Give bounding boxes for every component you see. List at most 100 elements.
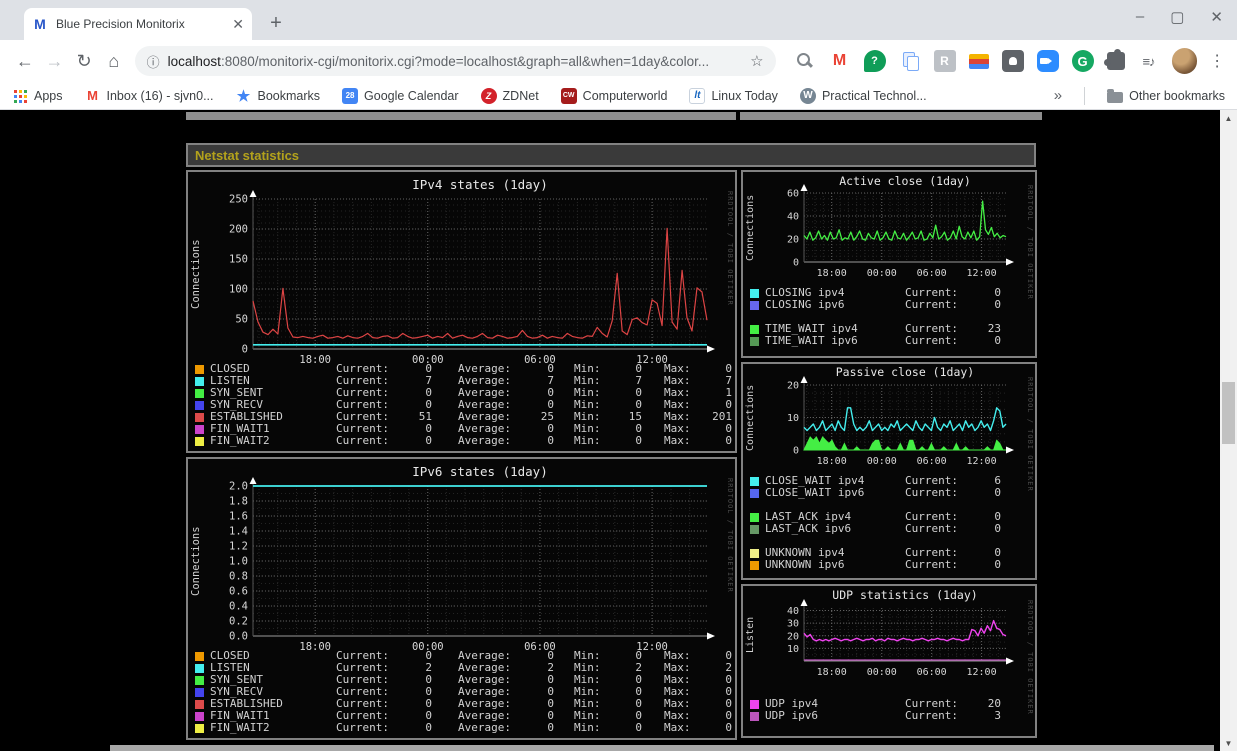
graph-ipv6-states[interactable]: 0.0 0.2 0.4 0.6 0.8 1.0 1.2 1.4 1.6 1.8 2.0 18:00 0 0… — [186, 457, 737, 740]
other-bookmarks[interactable]: Other bookmarks — [1107, 88, 1225, 103]
r-icon[interactable]: R — [933, 50, 956, 72]
svg-text:0.4: 0.4 — [229, 601, 248, 613]
books-icon[interactable] — [968, 53, 989, 69]
bookmark-computerworld[interactable]: CW Computerworld — [560, 87, 668, 104]
minimize-icon[interactable]: – — [1136, 8, 1144, 26]
legend-name: FIN_WAIT1 — [210, 423, 270, 435]
extension-icons: M? R G ≡♪ — [794, 49, 1160, 72]
extensions-puzzle-icon[interactable] — [1103, 49, 1125, 70]
legend-row: UNKNOWN ipv6 Current: 0 — [750, 559, 1032, 571]
bookmark-label: Linux Today — [711, 88, 778, 103]
stat-value: 0 — [635, 434, 642, 447]
graph-active-close[interactable]: 0 20 40 60 18:00 00:00 06:00 12:00 Active close … — [741, 170, 1037, 358]
legend-swatch — [750, 336, 759, 346]
active-close-title: Active close (1day) — [839, 174, 971, 188]
profile-avatar[interactable] — [1171, 48, 1198, 74]
legend-name: ESTABLISHED — [210, 698, 283, 710]
svg-text:20: 20 — [787, 631, 799, 642]
scrollbar-thumb[interactable] — [1222, 382, 1235, 444]
forward-icon[interactable]: → — [40, 46, 70, 76]
stat-value: 0 — [425, 434, 432, 447]
svg-text:06:00: 06:00 — [917, 667, 947, 678]
menu-kebab-icon[interactable]: ⋮ — [1207, 51, 1227, 71]
ipv4-states-title: IPv4 states (1day) — [412, 177, 547, 192]
zoom-icon[interactable] — [1036, 50, 1059, 72]
bookmark-label: Inbox (16) - sjvn0... — [106, 88, 214, 103]
legend-name: LAST_ACK ipv6 — [765, 523, 852, 535]
stat-value: 0 — [994, 558, 1001, 571]
bookmark-google-calendar[interactable]: 28 Google Calendar — [342, 87, 459, 104]
bookmark-zdnet[interactable]: Z ZDNet — [480, 87, 539, 104]
legend-name: FIN_WAIT2 — [210, 722, 270, 734]
legend-swatch — [750, 300, 759, 310]
ipv6-states-title: IPv6 states (1day) — [412, 464, 547, 479]
scroll-down-icon[interactable]: ▼ — [1220, 735, 1237, 751]
legend-swatch — [195, 663, 204, 673]
browser-toolbar: ← → ↻ ⌂ ⓘ localhost:8080/monitorix-cgi/m… — [0, 40, 1237, 82]
svg-text:0: 0 — [242, 344, 248, 356]
search-icon[interactable] — [794, 50, 816, 72]
legend-swatch — [750, 324, 759, 334]
gmail-icon: M — [87, 88, 98, 103]
maximize-icon[interactable]: ▢ — [1170, 8, 1184, 26]
home-icon[interactable]: ⌂ — [99, 46, 129, 76]
bookmarks-overflow-icon[interactable]: » — [1054, 87, 1062, 104]
svg-text:30: 30 — [787, 619, 799, 630]
wordpress-icon: W — [799, 87, 816, 104]
svg-text:2.0: 2.0 — [229, 481, 248, 493]
scroll-up-icon[interactable]: ▲ — [1220, 110, 1237, 126]
stat-value: 0 — [994, 522, 1001, 535]
legend-swatch — [750, 288, 759, 298]
svg-text:50: 50 — [235, 314, 248, 326]
bookmark-bookmarks[interactable]: ★ Bookmarks — [236, 88, 320, 105]
legend-swatch — [750, 548, 759, 558]
back-icon[interactable]: ← — [10, 46, 40, 76]
legend-row: UDP ipv6 Current: 3 — [750, 710, 1032, 722]
address-bar[interactable]: ⓘ localhost:8080/monitorix-cgi/monitorix… — [134, 46, 776, 76]
graph-udp-statistics[interactable]: 10 20 30 40 18:00 00:00 06:00 12:00 UDP statisti… — [741, 584, 1037, 738]
legend-swatch — [195, 675, 204, 685]
svg-text:0.8: 0.8 — [229, 571, 248, 583]
playlist-icon[interactable]: ≡♪ — [1138, 50, 1160, 72]
bookmark-label: Computerworld — [582, 88, 668, 103]
stat-value: 3 — [994, 709, 1001, 722]
tab-close-icon[interactable]: ✕ — [232, 16, 244, 33]
passive-close-legend: CLOSE_WAIT ipv4 Current: 6 CLOSE_WAIT ipv6 C… — [750, 475, 1032, 571]
computerworld-icon: CW — [560, 87, 577, 104]
grammarly-icon[interactable]: G — [1071, 50, 1094, 72]
gmail-icon[interactable]: M — [829, 50, 851, 72]
legend-name: LAST_ACK ipv4 — [765, 511, 852, 523]
new-tab-button[interactable]: + — [262, 9, 290, 37]
stat-value: 0 — [994, 334, 1001, 347]
svg-text:40: 40 — [787, 212, 799, 223]
stat-label: Current: — [336, 721, 389, 734]
keep-icon[interactable] — [1001, 50, 1024, 72]
stat-label: Min: — [574, 721, 601, 734]
bookmark-label: Google Calendar — [364, 88, 459, 103]
svg-text:0.0: 0.0 — [229, 631, 248, 643]
legend-name: TIME_WAIT ipv6 — [765, 335, 858, 347]
legend-row: TIME_WAIT ipv4 Current: 23 — [750, 323, 1032, 335]
graph-ipv4-states[interactable]: 0 50 100 150 200 250 18:00 00:00 06:00 12:00 IPv4 … — [186, 170, 737, 453]
ipv6-states-plot: 0.00.20.40.60.81.01.21.41.61.82.018:00 00… — [229, 464, 715, 650]
legend-name: SYN_RECV — [210, 399, 263, 411]
bookmark-star-icon[interactable]: ☆ — [750, 52, 763, 70]
page-info-icon[interactable]: ⓘ — [147, 52, 160, 71]
bookmarks-divider — [1084, 86, 1086, 105]
close-icon[interactable]: ✕ — [1210, 8, 1223, 26]
bookmark-linux-today[interactable]: lt Linux Today — [689, 87, 778, 104]
bookmark-apps[interactable]: Apps — [12, 88, 63, 104]
hangouts-icon[interactable]: ? — [863, 50, 886, 72]
svg-text:10: 10 — [787, 413, 799, 424]
graph-passive-close[interactable]: 0 10 20 18:00 00:00 06:00 12:00 Passive close (… — [741, 362, 1037, 580]
reload-icon[interactable]: ↻ — [69, 46, 99, 76]
browser-tab[interactable]: M Blue Precision Monitorix ✕ — [24, 8, 252, 40]
copy-icon[interactable] — [899, 50, 921, 72]
svg-text:20: 20 — [787, 381, 799, 392]
svg-text:1.4: 1.4 — [229, 526, 248, 538]
bookmark-inbox-16-sjvn0-[interactable]: M Inbox (16) - sjvn0... — [85, 88, 214, 104]
tab-strip: M Blue Precision Monitorix ✕ + – ▢ ✕ — [0, 0, 1237, 40]
legend-swatch — [750, 699, 759, 709]
bookmark-practical-technol-[interactable]: W Practical Technol... — [799, 87, 927, 104]
vertical-scrollbar[interactable]: ▲ ▼ — [1220, 110, 1237, 751]
